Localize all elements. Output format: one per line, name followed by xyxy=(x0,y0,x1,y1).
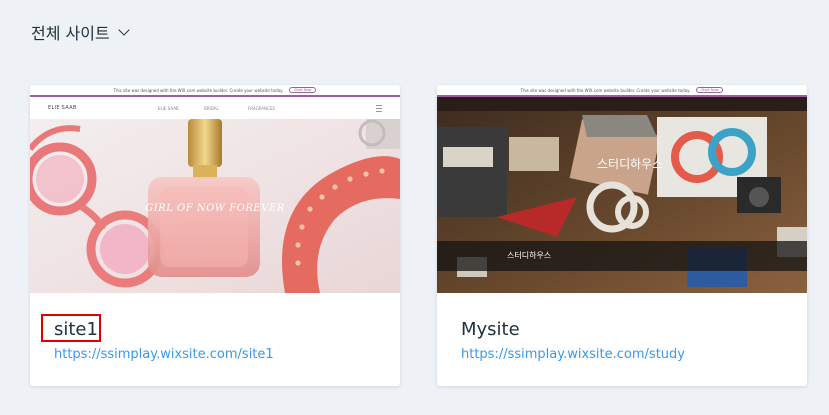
site-thumbnail[interactable]: This site was designed with the WIX.com … xyxy=(437,85,807,293)
chevron-down-icon xyxy=(118,23,130,36)
thumbnail-brand: ELIE SAAB xyxy=(48,105,77,111)
thumbnail-overlay-text: 스터디하우스 xyxy=(597,157,664,171)
wix-banner-button: Start Now xyxy=(696,87,724,93)
wix-banner-text: This site was designed with the WIX.com … xyxy=(520,87,691,93)
wix-banner: This site was designed with the WIX.com … xyxy=(437,85,807,97)
thumbnail-nav-item: BRIDAL xyxy=(204,105,219,111)
site-url-link[interactable]: https://ssimplay.wixsite.com/site1 xyxy=(54,347,274,362)
wix-banner-button: Start Now xyxy=(289,87,317,93)
site-filter-label: 전체 사이트 xyxy=(31,24,110,43)
site-url-link[interactable]: https://ssimplay.wixsite.com/study xyxy=(461,347,685,362)
perfume-hero-image: GIRL OF NOW FOREVER xyxy=(30,119,400,293)
site-card[interactable]: This site was designed with the WIX.com … xyxy=(437,85,807,386)
wix-banner: This site was designed with the WIX.com … xyxy=(30,85,400,97)
site-filter-dropdown[interactable]: 전체 사이트 xyxy=(31,20,130,44)
site-title[interactable]: Mysite xyxy=(461,319,520,340)
desk-hero-image: 스터디하우스 스터디하우스 xyxy=(437,97,807,293)
thumbnail-nav-item: ELIE SAAB xyxy=(158,105,179,111)
thumbnail-band-title: 스터디하우스 xyxy=(507,251,552,260)
thumbnail-nav-item: FRAGRANCES xyxy=(248,105,275,111)
menu-icon xyxy=(376,105,382,112)
thumbnail-nav: ELIE SAAB ELIE SAAB BRIDAL FRAGRANCES xyxy=(30,97,400,119)
thumbnail-band: 스터디하우스 xyxy=(437,241,807,271)
site-thumbnail[interactable]: This site was designed with the WIX.com … xyxy=(30,85,400,293)
highlight-box xyxy=(41,314,101,342)
wix-banner-text: This site was designed with the WIX.com … xyxy=(113,87,284,93)
thumbnail-tagline: GIRL OF NOW FOREVER xyxy=(145,203,285,214)
